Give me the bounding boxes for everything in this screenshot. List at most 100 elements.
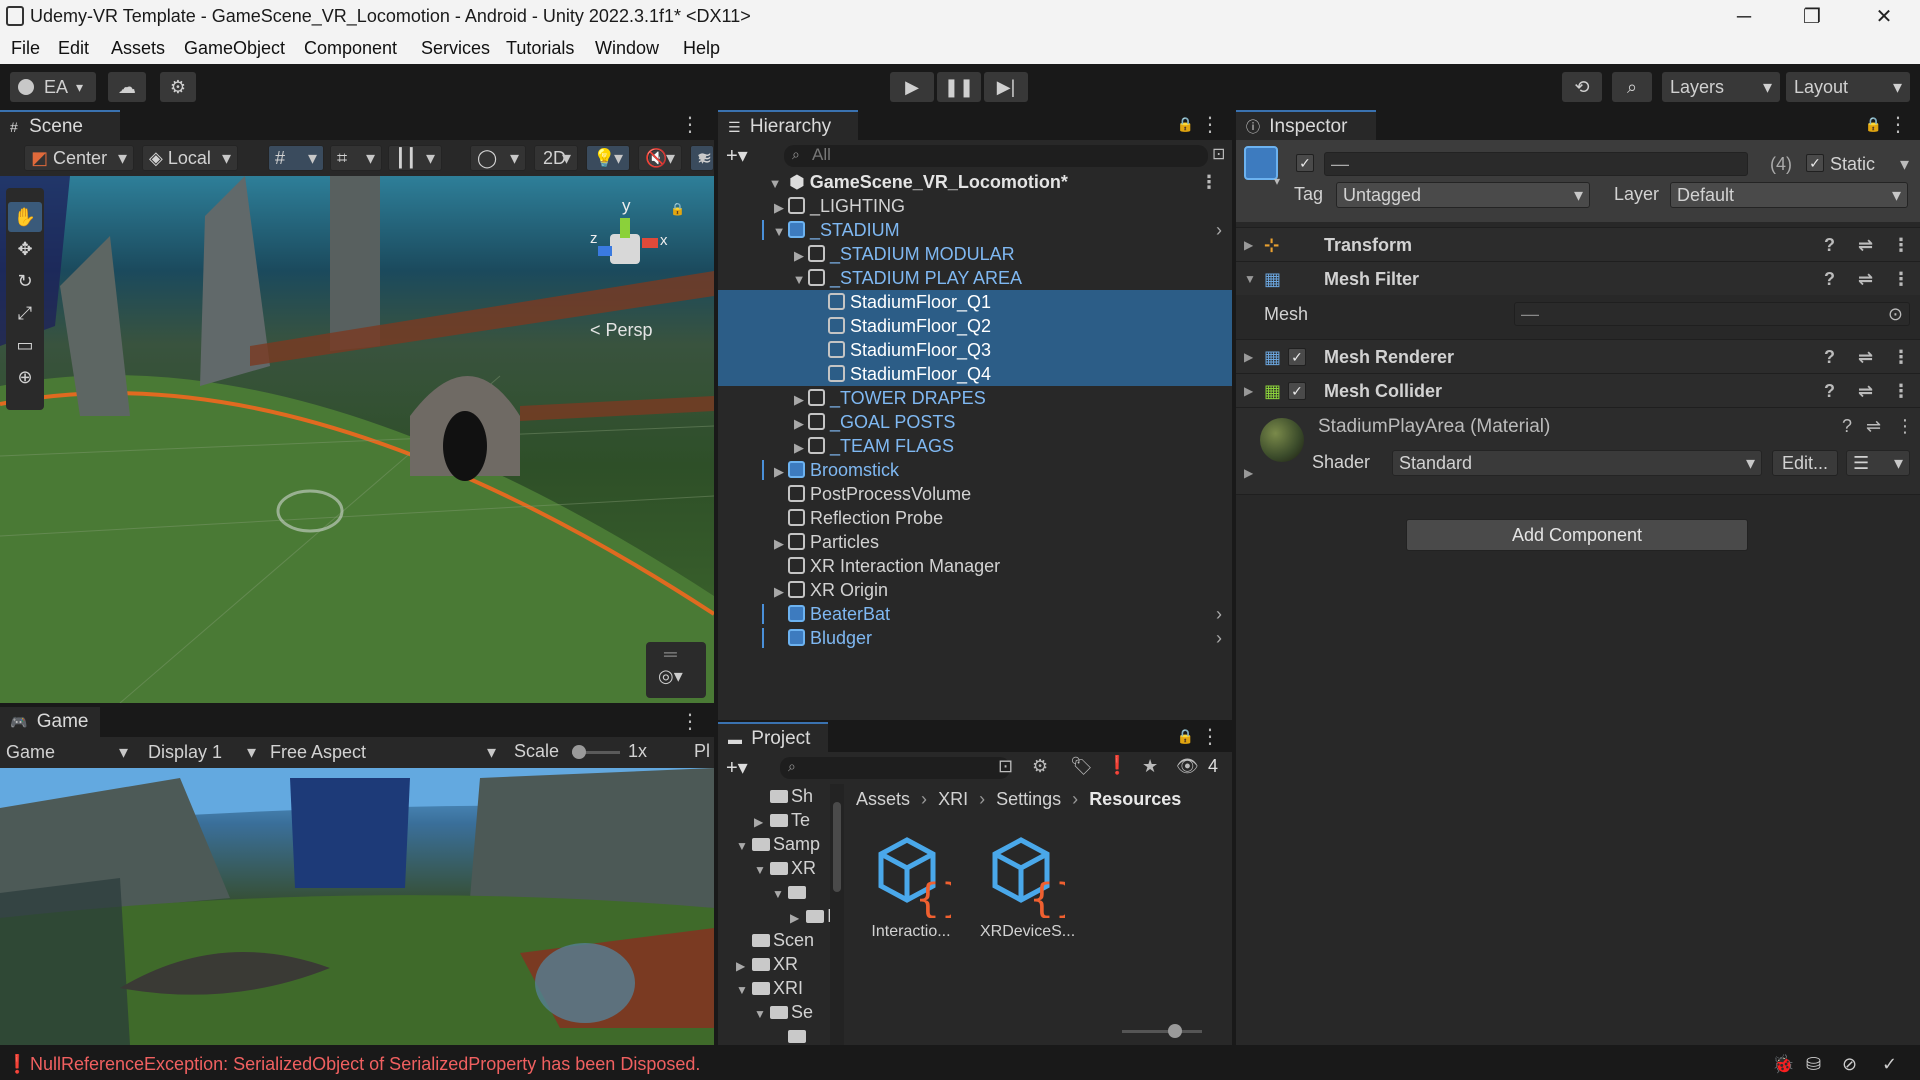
expand-arrow-icon[interactable]: ▼ bbox=[1244, 262, 1256, 296]
step-button[interactable]: ▶| bbox=[984, 72, 1028, 102]
expand-arrow-icon[interactable]: ▼ bbox=[754, 858, 770, 882]
folder-tree-item[interactable]: ▶I bbox=[718, 904, 844, 928]
issues-icon[interactable]: ❗ bbox=[1106, 755, 1128, 776]
folder-tree-item[interactable]: ▼ Se bbox=[718, 1000, 844, 1024]
rotate-tool-button[interactable]: ↻ bbox=[8, 266, 42, 296]
hierarchy-menu-button[interactable]: ⋮ bbox=[1200, 112, 1220, 137]
game-menu-button[interactable]: ⋮ bbox=[680, 709, 700, 734]
hierarchy-item[interactable]: Bludger › bbox=[718, 626, 1232, 650]
rect-tool-button[interactable]: ▭ bbox=[8, 330, 42, 360]
effects-toggle[interactable]: ≋ bbox=[690, 145, 714, 171]
project-search[interactable]: ⌕ bbox=[780, 757, 1010, 779]
hierarchy-item[interactable]: Reflection Probe bbox=[718, 506, 1232, 530]
component-menu-button[interactable]: ⋮ bbox=[1892, 340, 1910, 374]
undo-history-button[interactable]: ⟲ bbox=[1562, 72, 1602, 102]
menu-tutorials[interactable]: Tutorials bbox=[506, 38, 574, 59]
folder-tree-item[interactable]: ▶ XR bbox=[718, 952, 844, 976]
tag-dropdown[interactable]: Untagged bbox=[1336, 182, 1590, 208]
scene-row-menu-button[interactable]: ⋮ bbox=[1200, 170, 1218, 194]
hierarchy-item[interactable]: ▶ _STADIUM MODULAR bbox=[718, 242, 1232, 266]
breadcrumb-settings[interactable]: Settings bbox=[996, 789, 1061, 809]
expand-arrow-icon[interactable]: ▶ bbox=[770, 532, 788, 556]
pivot-dropdown[interactable]: ◩ Center bbox=[24, 145, 134, 171]
expand-arrow-icon[interactable]: ▶ bbox=[1244, 466, 1253, 480]
gameobject-cube-icon[interactable] bbox=[1244, 146, 1278, 180]
inspector-menu-button[interactable]: ⋮ bbox=[1888, 112, 1908, 137]
tab-hierarchy[interactable]: ☰ Hierarchy bbox=[718, 110, 858, 140]
folder-tree-item[interactable]: Sh bbox=[718, 784, 844, 808]
menu-file[interactable]: File bbox=[11, 38, 40, 59]
search-filter-icon[interactable]: ⊡ bbox=[1212, 144, 1225, 164]
folder-tree-item[interactable]: ▼ XRI bbox=[718, 976, 844, 1000]
static-checkbox[interactable]: ✓ bbox=[1806, 154, 1824, 172]
active-checkbox[interactable]: ✓ bbox=[1296, 154, 1314, 172]
edit-shader-button[interactable]: Edit... bbox=[1772, 450, 1838, 476]
breadcrumb-resources[interactable]: Resources bbox=[1089, 789, 1181, 809]
chevron-down-icon[interactable]: ▾ bbox=[1274, 174, 1280, 188]
scene-root-row[interactable]: ▼ ⬢ GameScene_VR_Locomotion* ⋮ bbox=[718, 170, 1232, 194]
project-create-button[interactable]: +▾ bbox=[726, 755, 748, 780]
tab-game[interactable]: 🎮 Game bbox=[0, 707, 100, 737]
component-menu-button[interactable]: ⋮ bbox=[1892, 228, 1910, 262]
menu-services[interactable]: Services bbox=[421, 38, 490, 59]
layout-dropdown[interactable]: Layout ▾ bbox=[1786, 72, 1910, 102]
help-icon[interactable]: ? bbox=[1824, 228, 1835, 262]
expand-arrow-icon[interactable]: ▶ bbox=[790, 436, 808, 460]
status-check-icon[interactable]: ✓ bbox=[1882, 1048, 1897, 1080]
expand-arrow-icon[interactable]: ▼ bbox=[772, 882, 788, 906]
tree-scrollbar-thumb[interactable] bbox=[833, 802, 841, 892]
expand-arrow-icon[interactable]: ▶ bbox=[1244, 340, 1253, 374]
lighting-toggle[interactable]: 💡 bbox=[586, 145, 630, 171]
hierarchy-item[interactable]: StadiumFloor_Q4 bbox=[718, 362, 1232, 386]
create-button[interactable]: +▾ bbox=[726, 143, 748, 168]
preset-icon[interactable]: ⇌ bbox=[1858, 340, 1873, 374]
expand-arrow-icon[interactable]: ▶ bbox=[754, 810, 770, 834]
status-message[interactable]: NullReferenceException: SerializedObject… bbox=[30, 1048, 700, 1080]
expand-arrow-icon[interactable]: ▶ bbox=[790, 412, 808, 436]
transform-tool-button[interactable]: ⊕ bbox=[8, 362, 42, 392]
snap-increment-dropdown[interactable]: ⌗ bbox=[330, 145, 382, 171]
maximize-button[interactable]: ❐ bbox=[1784, 2, 1840, 32]
cloud-button[interactable]: ☁ bbox=[108, 72, 146, 102]
object-picker-icon[interactable]: ⊙ bbox=[1888, 303, 1903, 325]
hierarchy-item[interactable]: BeaterBat › bbox=[718, 602, 1232, 626]
shader-options-dropdown[interactable]: ☰ bbox=[1846, 450, 1910, 476]
expand-arrow-icon[interactable]: ▼ bbox=[736, 978, 752, 1002]
grid-snap-dropdown[interactable]: # bbox=[268, 145, 324, 171]
material-menu-button[interactable]: ⋮ bbox=[1896, 416, 1914, 437]
hierarchy-item[interactable]: ▶ _GOAL POSTS bbox=[718, 410, 1232, 434]
chevron-right-icon[interactable]: › bbox=[1216, 218, 1222, 242]
component-menu-button[interactable]: ⋮ bbox=[1892, 262, 1910, 296]
scale-slider-handle[interactable] bbox=[572, 745, 586, 759]
hierarchy-item[interactable]: StadiumFloor_Q1 bbox=[718, 290, 1232, 314]
folder-tree-item[interactable]: ▼ XR bbox=[718, 856, 844, 880]
icon-size-slider-handle[interactable] bbox=[1168, 1024, 1182, 1038]
search-button[interactable]: ⌕ bbox=[1612, 72, 1652, 102]
tree-scrollbar[interactable] bbox=[830, 784, 844, 1045]
layers-dropdown[interactable]: Layers ▾ bbox=[1662, 72, 1780, 102]
expand-arrow-icon[interactable]: ▼ bbox=[790, 268, 808, 292]
space-dropdown[interactable]: ◈ Local bbox=[142, 145, 238, 171]
expand-arrow-icon[interactable]: ▶ bbox=[770, 460, 788, 484]
preset-icon[interactable]: ⇌ bbox=[1866, 416, 1881, 437]
expand-arrow-icon[interactable]: ▶ bbox=[790, 906, 806, 930]
audio-toggle[interactable]: 🔇 bbox=[638, 145, 682, 171]
debug-icon[interactable]: 🐞 bbox=[1772, 1048, 1794, 1080]
folder-tree-item[interactable] bbox=[718, 1024, 844, 1045]
menu-help[interactable]: Help bbox=[683, 38, 720, 59]
preset-icon[interactable]: ⇌ bbox=[1858, 374, 1873, 408]
camera-overlay-button[interactable]: ═ ◎▾ bbox=[646, 642, 706, 698]
filter-by-label-icon[interactable]: 🏷 bbox=[1070, 756, 1093, 777]
expand-arrow-icon[interactable]: ▶ bbox=[770, 196, 788, 220]
hierarchy-item[interactable]: ▶ _LIGHTING bbox=[718, 194, 1232, 218]
expand-arrow-icon[interactable]: ▼ bbox=[754, 1002, 770, 1026]
breadcrumb-xri[interactable]: XRI bbox=[938, 789, 968, 809]
asset-tile[interactable]: {} Interactio... bbox=[866, 832, 966, 952]
hierarchy-item[interactable]: ▶ _TEAM FLAGS bbox=[718, 434, 1232, 458]
object-name-field[interactable]: — bbox=[1324, 152, 1748, 176]
draw-mode-dropdown[interactable]: ◯ bbox=[470, 145, 526, 171]
icon-size-slider[interactable] bbox=[1122, 1024, 1202, 1038]
mesh-collider-enabled-checkbox[interactable]: ✓ bbox=[1288, 382, 1306, 400]
expand-arrow-icon[interactable]: ▶ bbox=[1244, 374, 1253, 408]
tab-scene[interactable]: # Scene bbox=[0, 110, 120, 140]
